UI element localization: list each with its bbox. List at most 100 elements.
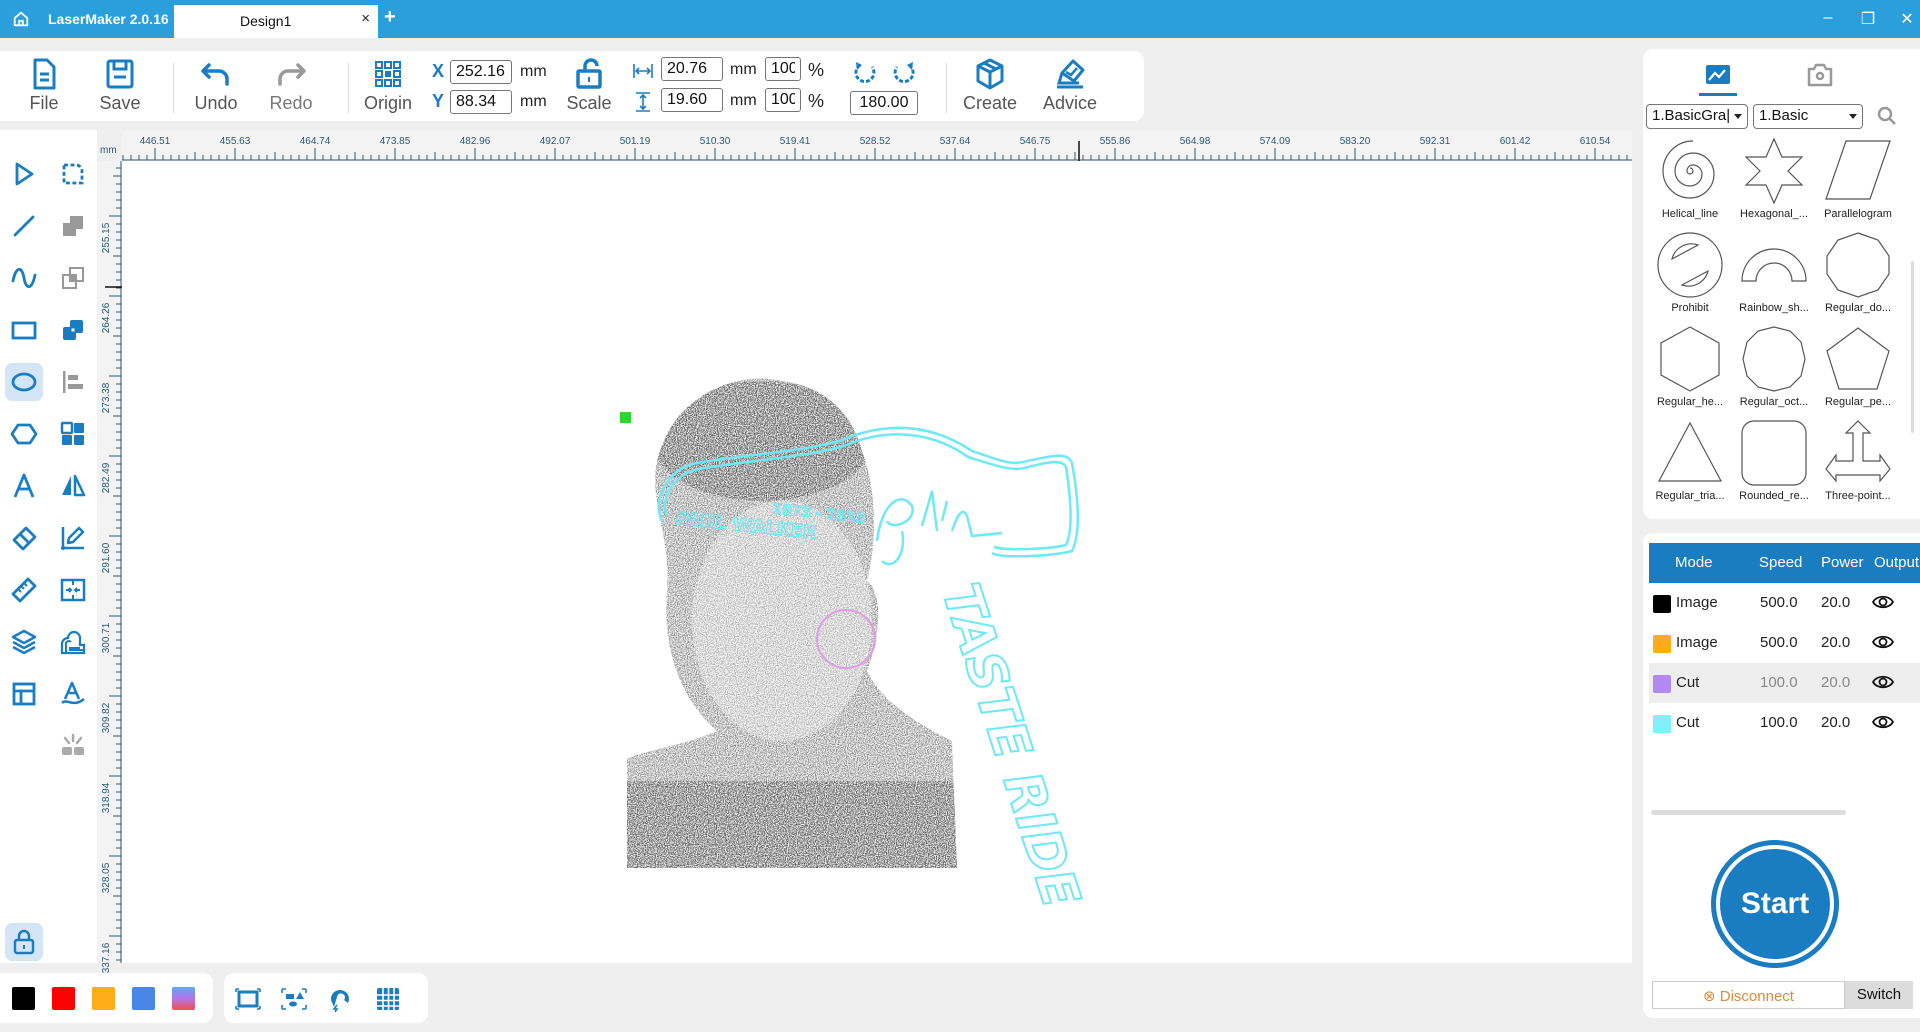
eye-icon[interactable] — [1871, 593, 1895, 611]
polygon-tool[interactable] — [5, 415, 43, 453]
design-canvas[interactable]: 1973 - 2013 PAUL WALKER TASTE RIDE — [122, 161, 1632, 963]
fit-objects-icon[interactable] — [280, 985, 308, 1013]
layer-color-swatch[interactable] — [1653, 715, 1671, 733]
shape-regular-pentagon[interactable]: Regular_pe... — [1816, 325, 1900, 417]
shape-parallelogram[interactable]: Parallelogram — [1816, 137, 1900, 229]
advice-button[interactable]: Advice — [1040, 57, 1100, 114]
mirror-tool[interactable] — [54, 467, 92, 505]
pen-edit-icon — [61, 526, 85, 550]
swatch-red[interactable] — [52, 987, 75, 1010]
lock-canvas-button[interactable] — [5, 923, 43, 961]
close-window-button[interactable]: ✕ — [1897, 9, 1917, 29]
signature[interactable] — [875, 490, 1003, 566]
layout-tool[interactable] — [5, 675, 43, 713]
camera-tab[interactable] — [1795, 57, 1845, 93]
category-select[interactable]: 1.BasicGra| — [1646, 104, 1748, 129]
width-input[interactable] — [661, 57, 723, 81]
redo-button[interactable]: Redo — [261, 57, 321, 114]
switch-button[interactable]: Switch — [1845, 981, 1913, 1009]
tab-design1[interactable]: Design1 × — [174, 5, 378, 38]
union-tool[interactable] — [54, 207, 92, 245]
decagon-icon — [1826, 232, 1890, 298]
eye-icon[interactable] — [1871, 673, 1895, 691]
width-percent-input[interactable] — [765, 57, 801, 81]
shape-regular-octagon[interactable]: Regular_oct... — [1732, 325, 1816, 417]
select-tool[interactable] — [5, 155, 43, 193]
home-icon[interactable] — [12, 10, 30, 28]
rotate-cw-icon[interactable] — [891, 59, 917, 87]
offset-tool[interactable] — [54, 623, 92, 661]
array-tool[interactable] — [54, 415, 92, 453]
start-button[interactable]: Start — [1711, 840, 1839, 968]
layer-row[interactable]: Cut 100.0 20.0 — [1649, 663, 1920, 703]
rotate-ccw-icon[interactable] — [852, 59, 878, 87]
layers-tool[interactable] — [5, 623, 43, 661]
shape-rounded-rectangle[interactable]: Rounded_re... — [1732, 419, 1816, 511]
layer-color-swatch[interactable] — [1653, 635, 1671, 653]
laser-tool[interactable] — [54, 727, 92, 765]
subtract-tool[interactable] — [54, 259, 92, 297]
shape-hexagonal-star[interactable]: Hexagonal_... — [1732, 137, 1816, 229]
eraser-tool[interactable] — [5, 519, 43, 557]
swatch-orange[interactable] — [92, 987, 115, 1010]
ellipse-tool[interactable] — [5, 363, 43, 401]
origin-button[interactable]: Origin — [358, 57, 418, 114]
disconnect-button[interactable]: ⊗ Disconnect — [1652, 981, 1845, 1009]
layers-scrollbar[interactable] — [1651, 810, 1846, 815]
shape-regular-hexagon[interactable]: Regular_he... — [1648, 325, 1732, 417]
grid-toggle-icon[interactable] — [374, 985, 402, 1013]
shape-rainbow[interactable]: Rainbow_sh... — [1732, 231, 1816, 323]
snap-magnet-icon[interactable] — [326, 985, 354, 1013]
height-percent-input[interactable] — [765, 88, 801, 112]
line-tool[interactable] — [5, 207, 43, 245]
swatch-blue[interactable] — [132, 987, 155, 1010]
y-position-input[interactable] — [450, 90, 512, 114]
shape-prohibit[interactable]: Prohibit — [1648, 231, 1732, 323]
shape-regular-decagon[interactable]: Regular_do... — [1816, 231, 1900, 323]
restore-button[interactable]: ❐ — [1858, 9, 1878, 29]
undo-button[interactable]: Undo — [186, 57, 246, 114]
save-button[interactable]: Save — [90, 57, 150, 114]
gallery-tab[interactable] — [1693, 57, 1743, 96]
subcategory-select[interactable]: 1.Basic — [1753, 104, 1863, 129]
origin-marker[interactable] — [620, 412, 631, 423]
minimize-button[interactable]: – — [1818, 9, 1838, 27]
search-icon[interactable] — [1876, 105, 1898, 127]
shape-three-point-arrow[interactable]: Three-point... — [1816, 419, 1900, 511]
layer-color-swatch[interactable] — [1653, 595, 1671, 613]
align-tool[interactable] — [54, 363, 92, 401]
swatch-more-colors[interactable] — [172, 987, 195, 1010]
ruler-tool[interactable] — [5, 571, 43, 609]
create-button[interactable]: Create — [960, 57, 1020, 114]
measure-edit-tool[interactable] — [54, 519, 92, 557]
file-button[interactable]: File — [14, 57, 74, 114]
curve-tool[interactable] — [5, 259, 43, 297]
add-tab-button[interactable]: + — [384, 6, 396, 29]
shape-label: Regular_pe... — [1824, 396, 1892, 408]
text-tool[interactable] — [5, 467, 43, 505]
fit-canvas-icon[interactable] — [234, 985, 262, 1013]
tab-close-icon[interactable]: × — [361, 10, 370, 27]
layer-row[interactable]: Image 500.0 20.0 — [1649, 583, 1920, 623]
fit-tool[interactable] — [54, 571, 92, 609]
eye-icon[interactable] — [1871, 633, 1895, 651]
portrait-image[interactable] — [602, 361, 982, 881]
width-unit: mm — [730, 61, 757, 78]
rotation-input[interactable] — [850, 91, 918, 115]
curve-icon — [11, 267, 37, 289]
gallery-scrollbar[interactable] — [1911, 261, 1914, 433]
x-position-input[interactable] — [450, 60, 512, 84]
intersect-tool[interactable] — [54, 311, 92, 349]
shape-helical-line[interactable]: Helical_line — [1648, 137, 1732, 229]
layer-color-swatch[interactable] — [1653, 675, 1671, 693]
rectangle-tool[interactable] — [5, 311, 43, 349]
scale-lock-button[interactable]: Scale — [559, 57, 619, 114]
shape-regular-triangle[interactable]: Regular_tria... — [1648, 419, 1732, 511]
swatch-black[interactable] — [12, 987, 35, 1010]
path-text-tool[interactable] — [54, 675, 92, 713]
height-input[interactable] — [661, 88, 723, 112]
layer-row[interactable]: Cut 100.0 20.0 — [1649, 703, 1920, 743]
eye-icon[interactable] — [1871, 713, 1895, 731]
node-edit-tool[interactable] — [54, 155, 92, 193]
layer-row[interactable]: Image 500.0 20.0 — [1649, 623, 1920, 663]
